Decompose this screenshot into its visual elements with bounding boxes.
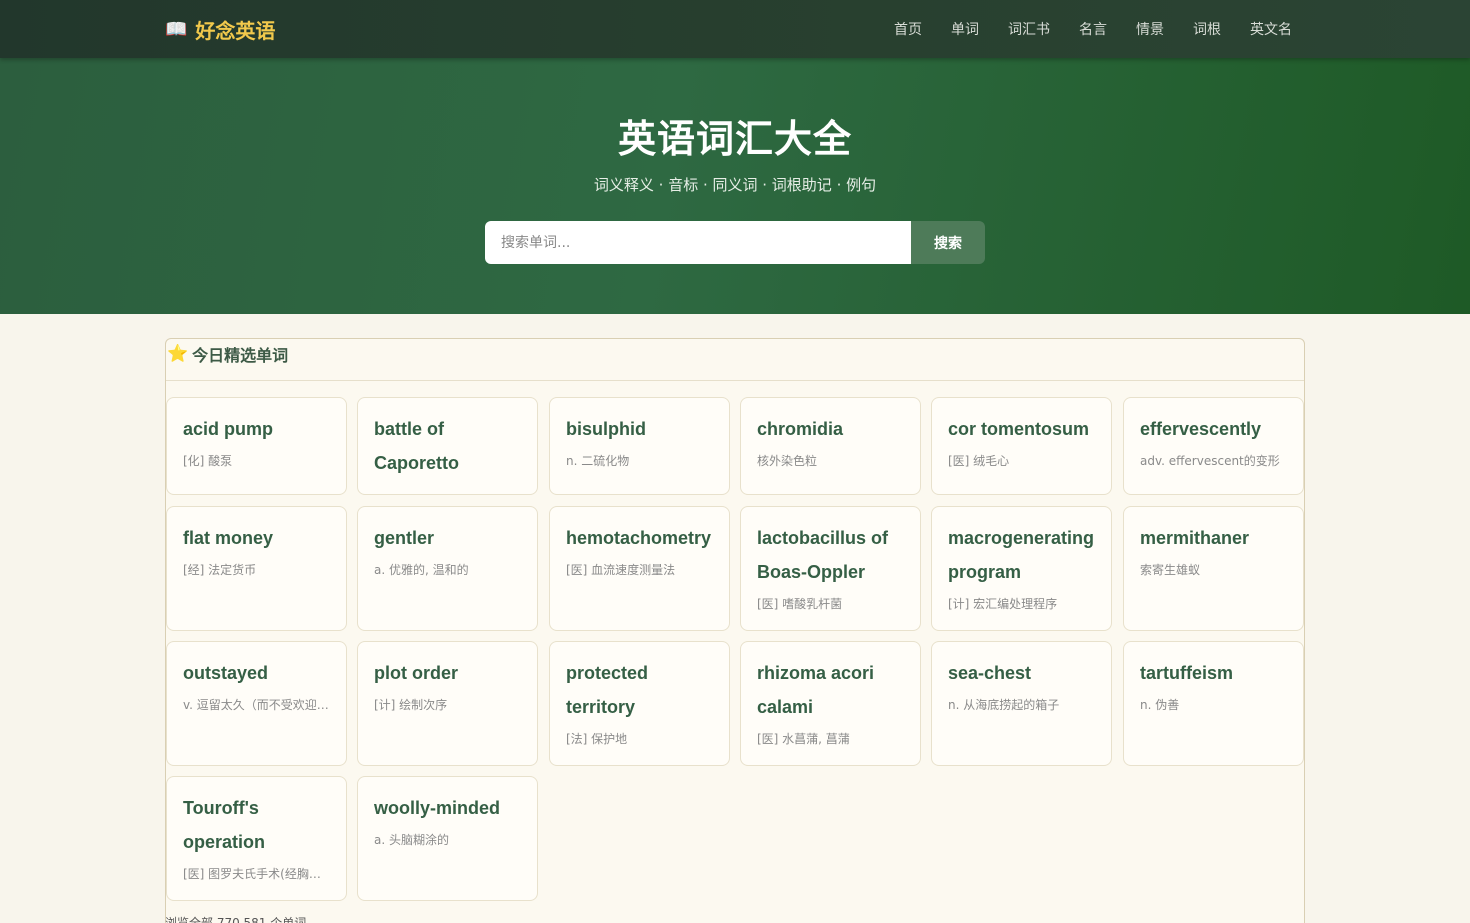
word-title[interactable]: mermithaner xyxy=(1140,521,1287,555)
nav-link-vocab-books[interactable]: 词汇书 xyxy=(1008,19,1050,39)
word-definition: [医] 绒毛心 xyxy=(948,454,1010,468)
word-card[interactable]: woolly-minded a. 头脑糊涂的 xyxy=(357,776,538,901)
word-card[interactable]: gentler a. 优雅的, 温和的 xyxy=(357,506,538,631)
word-definition: 核外染色粒 xyxy=(757,454,818,468)
word-card[interactable]: hemotachometry [医] 血流速度测量法 xyxy=(549,506,730,631)
word-title[interactable]: sea-chest xyxy=(948,656,1095,690)
top-navigation: 📖 好念英语 首页 单词 词汇书 名言 情景 词根 英文名 xyxy=(0,0,1470,58)
word-definition: adv. effervescent的变形 xyxy=(1140,454,1280,468)
word-definition: n. 二硫化物 xyxy=(566,454,630,468)
star-icon: ⭐ xyxy=(167,343,189,363)
word-title[interactable]: rhizoma acori calami xyxy=(757,656,904,724)
word-card[interactable]: effervescently adv. effervescent的变形 xyxy=(1123,397,1304,495)
word-title[interactable]: Touroff's operation xyxy=(183,791,330,859)
word-card[interactable]: lactobacillus of Boas-Oppler [医] 嗜酸乳杆菌 xyxy=(740,506,921,631)
word-definition: [计] 宏汇编处理程序 xyxy=(948,597,1058,611)
hero-banner: 英语词汇大全 词义释义 · 音标 · 同义词 · 词根助记 · 例句 搜索 xyxy=(0,58,1470,314)
open-book-icon: 📖 xyxy=(165,18,188,40)
word-definition: n. 从海底捞起的箱子 xyxy=(948,698,1060,712)
word-title[interactable]: outstayed xyxy=(183,656,330,690)
word-card[interactable]: acid pump [化] 酸泵 xyxy=(166,397,347,495)
word-title[interactable]: macrogenerating program xyxy=(948,521,1095,589)
word-card[interactable]: mermithaner 索寄生雄蚁 xyxy=(1123,506,1304,631)
brand-name: 好念英语 xyxy=(195,18,276,43)
nav-link-words[interactable]: 单词 xyxy=(951,19,979,39)
word-title[interactable]: bisulphid xyxy=(566,412,713,446)
nav-link-quotes[interactable]: 名言 xyxy=(1079,19,1107,39)
search-button[interactable]: 搜索 xyxy=(911,221,985,264)
word-card[interactable]: bisulphid n. 二硫化物 xyxy=(549,397,730,495)
word-title[interactable]: acid pump xyxy=(183,412,330,446)
word-definition: n. 伪善 xyxy=(1140,698,1180,712)
word-definition: [医] 血流速度测量法 xyxy=(566,563,676,577)
panel-title: 今日精选单词 xyxy=(192,345,289,365)
search-bar: 搜索 xyxy=(485,221,985,264)
word-card[interactable]: cor tomentosum [医] 绒毛心 xyxy=(931,397,1112,495)
word-definition: [医] 水菖蒲, 菖蒲 xyxy=(757,732,850,746)
word-definition: a. 优雅的, 温和的 xyxy=(374,563,469,577)
word-title[interactable]: effervescently xyxy=(1140,412,1287,446)
word-title[interactable]: cor tomentosum xyxy=(948,412,1095,446)
nav-link-scenarios[interactable]: 情景 xyxy=(1136,19,1164,39)
featured-words-panel: ⭐ 今日精选单词 acid pump [化] 酸泵 battle of Capore… xyxy=(165,338,1305,923)
word-title[interactable]: plot order xyxy=(374,656,521,690)
page-subtitle: 词义释义 · 音标 · 同义词 · 词根助记 · 例句 xyxy=(593,176,877,194)
nav-links: 首页 单词 词汇书 名言 情景 词根 英文名 xyxy=(865,0,1292,58)
word-card[interactable]: flat money [经] 法定货币 xyxy=(166,506,347,631)
word-card[interactable]: tartuffeism n. 伪善 xyxy=(1123,641,1304,766)
word-title[interactable]: lactobacillus of Boas-Oppler xyxy=(757,521,904,589)
word-title[interactable]: gentler xyxy=(374,521,521,555)
word-definition: 索寄生雄蚁 xyxy=(1140,563,1201,577)
word-card[interactable]: Touroff's operation [医] 图罗夫氏手术(经胸锁… xyxy=(166,776,347,901)
panel-header: ⭐ 今日精选单词 xyxy=(166,339,1304,381)
word-title[interactable]: woolly-minded xyxy=(374,791,521,825)
nav-link-english-names[interactable]: 英文名 xyxy=(1250,19,1292,39)
word-definition: [计] 绘制次序 xyxy=(374,698,448,712)
word-definition: v. 逗留太久（而不受欢迎… xyxy=(183,698,329,712)
word-definition: [化] 酸泵 xyxy=(183,454,233,468)
nav-link-roots[interactable]: 词根 xyxy=(1193,19,1221,39)
word-card[interactable]: rhizoma acori calami [医] 水菖蒲, 菖蒲 xyxy=(740,641,921,766)
word-title[interactable]: protected territory xyxy=(566,656,713,724)
word-card[interactable]: macrogenerating program [计] 宏汇编处理程序 xyxy=(931,506,1112,631)
word-card[interactable]: protected territory [法] 保护地 xyxy=(549,641,730,766)
word-card[interactable]: sea-chest n. 从海底捞起的箱子 xyxy=(931,641,1112,766)
search-input[interactable] xyxy=(485,221,911,264)
browse-all-link[interactable]: 浏览全部 770,581 个单词 xyxy=(165,914,306,923)
brand-logo[interactable]: 📖 好念英语 xyxy=(165,15,275,43)
word-definition: [医] 嗜酸乳杆菌 xyxy=(757,597,843,611)
word-title[interactable]: battle of Caporetto xyxy=(374,412,521,480)
word-card[interactable]: chromidia 核外染色粒 xyxy=(740,397,921,495)
word-definition: [医] 图罗夫氏手术(经胸锁… xyxy=(183,867,330,881)
word-card[interactable]: battle of Caporetto xyxy=(357,397,538,495)
word-definition: [经] 法定货币 xyxy=(183,563,257,577)
nav-link-home[interactable]: 首页 xyxy=(894,19,922,39)
word-title[interactable]: chromidia xyxy=(757,412,904,446)
word-definition: [法] 保护地 xyxy=(566,732,628,746)
word-card[interactable]: plot order [计] 绘制次序 xyxy=(357,641,538,766)
word-title[interactable]: flat money xyxy=(183,521,330,555)
word-title[interactable]: hemotachometry xyxy=(566,521,713,555)
word-title[interactable]: tartuffeism xyxy=(1140,656,1287,690)
word-card[interactable]: outstayed v. 逗留太久（而不受欢迎… xyxy=(166,641,347,766)
word-definition: a. 头脑糊涂的 xyxy=(374,833,449,847)
page-title: 英语词汇大全 xyxy=(617,117,852,161)
